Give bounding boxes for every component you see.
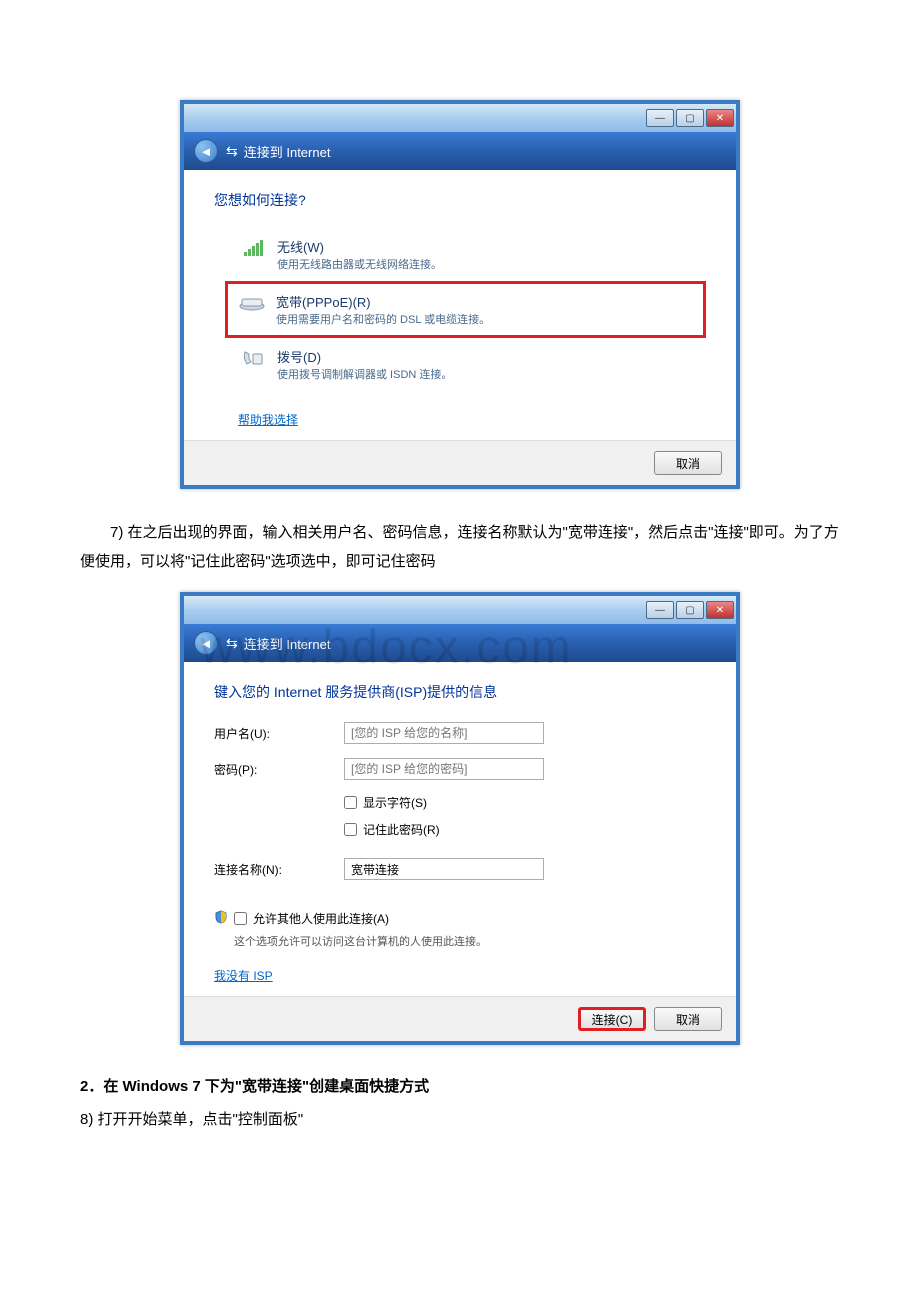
dialog-header: ◄ ⇆ 连接到 Internet <box>184 624 736 662</box>
titlebar: — ▢ ✕ <box>184 596 736 624</box>
option-dialup[interactable]: 拨号(D) 使用拨号调制解调器或 ISDN 连接。 <box>228 338 706 391</box>
shield-icon <box>214 910 228 927</box>
help-link[interactable]: 帮助我选择 <box>238 411 298 428</box>
network-icon: ⇆ <box>226 143 238 160</box>
dialog-header: ◄ ⇆ 连接到 Internet <box>184 132 736 170</box>
minimize-button[interactable]: — <box>646 601 674 619</box>
dialog-footer: 连接(C) 取消 <box>184 996 736 1041</box>
option-title: 拨号(D) <box>277 347 452 366</box>
dialog-body: 键入您的 Internet 服务提供商(ISP)提供的信息 用户名(U): 密码… <box>184 662 736 996</box>
header-title: 连接到 Internet <box>244 634 331 653</box>
connect-button[interactable]: 连接(C) <box>578 1007 646 1031</box>
no-isp-link[interactable]: 我没有 ISP <box>214 967 273 984</box>
show-chars-label: 显示字符(S) <box>363 794 427 811</box>
remember-row: 记住此密码(R) <box>214 821 706 844</box>
remember-checkbox[interactable] <box>344 823 357 836</box>
maximize-button[interactable]: ▢ <box>676 109 704 127</box>
close-button[interactable]: ✕ <box>706 109 734 127</box>
question-text: 您想如何连接? <box>214 190 706 210</box>
cancel-button[interactable]: 取消 <box>654 1007 722 1031</box>
username-input[interactable] <box>344 722 544 744</box>
dialog-footer: 取消 <box>184 440 736 485</box>
maximize-button[interactable]: ▢ <box>676 601 704 619</box>
titlebar: — ▢ ✕ <box>184 104 736 132</box>
network-icon: ⇆ <box>226 635 238 652</box>
username-label: 用户名(U): <box>214 725 344 742</box>
cancel-button[interactable]: 取消 <box>654 451 722 475</box>
section-2-title: 2．在 Windows 7 下为"宽带连接"创建桌面快捷方式 <box>80 1075 840 1096</box>
connname-label: 连接名称(N): <box>214 861 344 878</box>
remember-label: 记住此密码(R) <box>363 821 440 838</box>
dialog-body: 您想如何连接? 无线(W) 使用无线路由器或无线网络连接。 宽带(PPPoE)(… <box>184 170 736 440</box>
password-input[interactable] <box>344 758 544 780</box>
step-8-text: 8) 打开开始菜单，点击"控制面板" <box>80 1108 840 1129</box>
connname-input[interactable] <box>344 858 544 880</box>
username-row: 用户名(U): <box>214 722 706 744</box>
option-desc: 使用需要用户名和密码的 DSL 或电缆连接。 <box>276 311 490 327</box>
show-chars-checkbox[interactable] <box>344 796 357 809</box>
back-icon[interactable]: ◄ <box>194 139 218 163</box>
option-title: 无线(W) <box>277 237 442 256</box>
option-desc: 使用无线路由器或无线网络连接。 <box>277 256 442 272</box>
option-title: 宽带(PPPoE)(R) <box>276 292 490 311</box>
allow-row: 允许其他人使用此连接(A) 这个选项允许可以访问这台计算机的人使用此连接。 <box>214 910 706 949</box>
connect-dialog-2: — ▢ ✕ ◄ ⇆ 连接到 Internet 键入您的 Internet 服务提… <box>180 592 740 1045</box>
step-7-text: 7) 在之后出现的界面，输入相关用户名、密码信息，连接名称默认为"宽带连接"，然… <box>80 519 840 576</box>
allow-checkbox[interactable] <box>234 912 247 925</box>
connect-dialog-1: — ▢ ✕ ◄ ⇆ 连接到 Internet 您想如何连接? 无线(W) 使用无… <box>180 100 740 489</box>
password-row: 密码(P): <box>214 758 706 780</box>
connname-row: 连接名称(N): <box>214 858 706 880</box>
back-icon[interactable]: ◄ <box>194 631 218 655</box>
option-desc: 使用拨号调制解调器或 ISDN 连接。 <box>277 366 452 382</box>
allow-desc: 这个选项允许可以访问这台计算机的人使用此连接。 <box>234 933 487 949</box>
minimize-button[interactable]: — <box>646 109 674 127</box>
allow-label: 允许其他人使用此连接(A) <box>253 910 389 927</box>
show-chars-row: 显示字符(S) <box>214 794 706 817</box>
close-button[interactable]: ✕ <box>706 601 734 619</box>
option-pppoe[interactable]: 宽带(PPPoE)(R) 使用需要用户名和密码的 DSL 或电缆连接。 <box>225 281 706 338</box>
form-heading: 键入您的 Internet 服务提供商(ISP)提供的信息 <box>214 682 706 702</box>
option-wireless[interactable]: 无线(W) 使用无线路由器或无线网络连接。 <box>228 228 706 281</box>
phone-icon <box>239 347 267 369</box>
modem-icon <box>238 292 266 314</box>
wifi-icon <box>239 237 267 259</box>
password-label: 密码(P): <box>214 761 344 778</box>
header-title: 连接到 Internet <box>244 142 331 161</box>
